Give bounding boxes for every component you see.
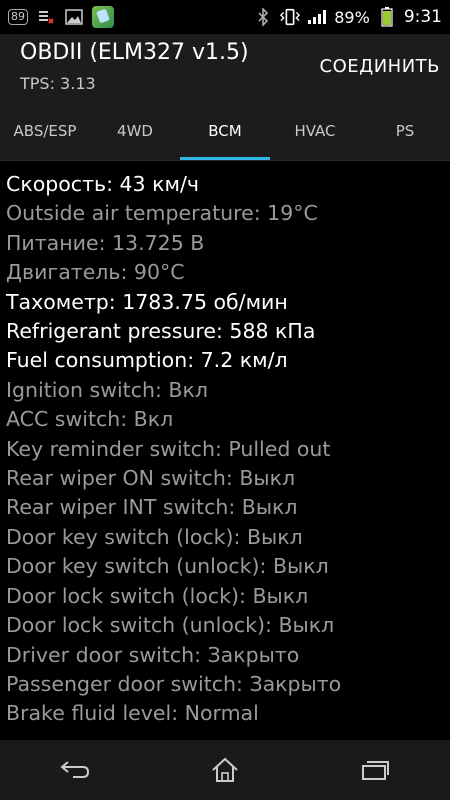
sensor-row-door-lock-unlock: Door lock switch (unlock): Выкл: [6, 613, 335, 638]
connect-button[interactable]: СОЕДИНИТЬ: [320, 56, 440, 77]
app-thumb-icon: [92, 6, 114, 28]
sensor-row-door-key-lock: Door key switch (lock): Выкл: [6, 524, 303, 549]
clock: 9:31: [403, 7, 442, 27]
sensor-row-outside-air-temp: Outside air temperature: 19°C: [6, 201, 318, 226]
signal-icon: [307, 7, 327, 27]
tab-hvac[interactable]: HVAC: [270, 102, 360, 160]
tab-4wd[interactable]: 4WD: [90, 102, 180, 160]
sensor-list: Скорость: 43 км/ч Outside air temperatur…: [0, 162, 450, 740]
notification-count-badge: 89: [8, 9, 28, 25]
status-left: 89: [8, 6, 114, 28]
sensor-row-tachometer: Тахометр: 1783.75 об/мин: [6, 289, 288, 314]
sensor-row-refrigerant-pressure: Refrigerant pressure: 588 кПа: [6, 319, 316, 344]
sensor-row-driver-door: Driver door switch: Закрыто: [6, 642, 300, 667]
sensor-row-passenger-door: Passenger door switch: Закрыто: [6, 671, 342, 696]
image-icon: [64, 7, 84, 27]
tab-abs-esp[interactable]: ABS/ESP: [0, 102, 90, 160]
tab-bar: ABS/ESP 4WD BCM HVAC PS: [0, 102, 450, 161]
status-bar: 89 89% 9:31: [0, 0, 450, 34]
battery-icon: [377, 7, 397, 27]
navigation-bar: [0, 740, 450, 800]
sensor-row-door-lock-lock: Door lock switch (lock): Выкл: [6, 583, 309, 608]
tps-subtitle: TPS: 3.13: [20, 74, 96, 93]
sensor-row-power: Питание: 13.725 В: [6, 230, 205, 255]
app-title: OBDII (ELM327 v1.5): [20, 40, 249, 65]
action-bar: OBDII (ELM327 v1.5) TPS: 3.13 СОЕДИНИТЬ: [0, 34, 450, 102]
sensor-row-speed: Скорость: 43 км/ч: [6, 172, 199, 196]
sensor-row-engine: Двигатель: 90°C: [6, 260, 185, 285]
home-icon[interactable]: [195, 750, 255, 790]
sensor-row-door-key-unlock: Door key switch (unlock): Выкл: [6, 554, 329, 579]
recent-apps-icon[interactable]: [345, 750, 405, 790]
sensor-row-acc-switch: ACC switch: Вкл: [6, 407, 174, 432]
sensor-row-brake-fluid: Brake fluid level: Normal: [6, 701, 259, 726]
tab-ps[interactable]: PS: [360, 102, 450, 160]
sensor-row-fuel-consumption: Fuel consumption: 7.2 км/л: [6, 348, 288, 373]
vibrate-icon: [280, 7, 301, 27]
bluetooth-icon: [253, 7, 273, 27]
notification-icon: [36, 7, 56, 27]
sensor-row-rear-wiper-on: Rear wiper ON switch: Выкл: [6, 466, 296, 491]
back-icon[interactable]: [45, 750, 105, 790]
sensor-row-key-reminder: Key reminder switch: Pulled out: [6, 436, 331, 461]
sensor-row-rear-wiper-int: Rear wiper INT switch: Выкл: [6, 495, 298, 520]
sensor-row-ignition-switch: Ignition switch: Вкл: [6, 377, 208, 402]
status-right: 89% 9:31: [253, 7, 442, 27]
battery-percent: 89%: [334, 7, 370, 27]
active-tab-indicator: [180, 157, 270, 160]
tab-bcm[interactable]: BCM: [180, 102, 270, 160]
